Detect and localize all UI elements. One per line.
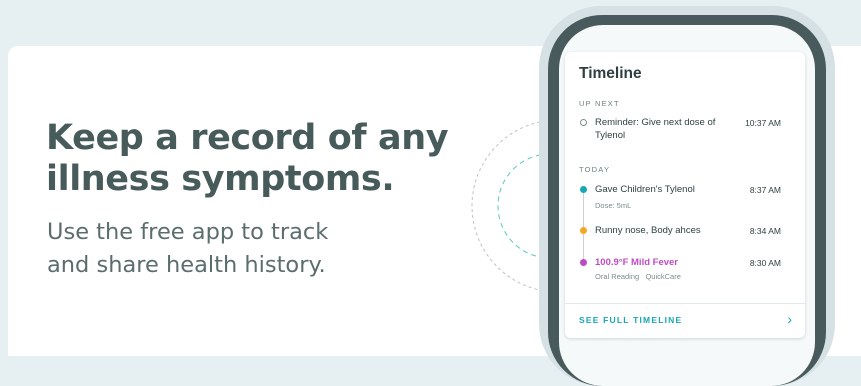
entry-symptoms[interactable]: Runny nose, Body ahces (595, 224, 701, 237)
entry-medication-time: 8:37 AM (749, 185, 781, 195)
chevron-right-icon[interactable]: › (787, 311, 792, 327)
hero-subline-line2: and share health history. (47, 252, 326, 278)
entry-fever-reading: Oral Reading (595, 272, 640, 281)
hero-subline: Use the free app to track and share heal… (47, 216, 377, 282)
entry-symptoms-time: 8:34 AM (749, 226, 781, 236)
see-full-timeline-link[interactable]: SEE FULL TIMELINE (579, 315, 682, 325)
reminder-text-line2: Tylenol (595, 130, 626, 141)
timeline-divider (565, 303, 805, 304)
hero-headline: Keep a record of any illness symptoms. (46, 118, 449, 200)
hero-headline-line2: illness symptoms. (46, 159, 395, 199)
reminder-circle-icon (580, 119, 587, 126)
entry-fever-time: 8:30 AM (749, 258, 781, 268)
today-label: TODAY (579, 165, 611, 174)
symptom-dot-icon (580, 227, 587, 234)
up-next-label: UP NEXT (579, 99, 620, 108)
reminder-entry[interactable]: Reminder: Give next dose of Tylenol (595, 116, 730, 142)
entry-medication-dose: Dose: 5mL (595, 201, 632, 210)
fever-dot-icon (580, 259, 587, 266)
entry-fever-source: QuickCare (645, 272, 681, 281)
entry-fever-details: Oral Reading QuickCare (595, 272, 681, 281)
timeline-title: Timeline (579, 65, 642, 82)
entry-medication[interactable]: Gave Children's Tylenol (595, 183, 695, 196)
hero-subline-line1: Use the free app to track (47, 219, 329, 245)
timeline-card: Timeline UP NEXT Reminder: Give next dos… (565, 52, 805, 338)
hero-headline-line1: Keep a record of any (46, 118, 449, 158)
reminder-text-line1: Reminder: Give next dose of (595, 117, 716, 128)
reminder-time: 10:37 AM (745, 118, 781, 128)
entry-fever[interactable]: 100.9°F Mild Fever (595, 256, 678, 269)
medication-dot-icon (580, 186, 587, 193)
